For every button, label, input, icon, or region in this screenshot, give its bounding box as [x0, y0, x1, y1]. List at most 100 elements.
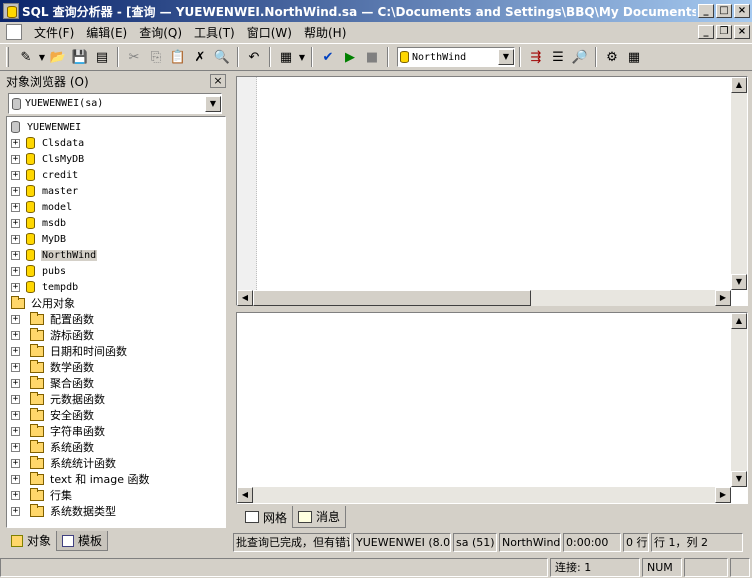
server-dropdown-icon[interactable]: ▼	[205, 95, 221, 112]
tree-folder-node[interactable]: + text 和 image 函数	[11, 471, 150, 487]
status-size-grip[interactable]	[730, 557, 750, 577]
close-button[interactable]: ×	[734, 4, 750, 18]
results-mode-dropdown-icon[interactable]: ▼	[297, 46, 307, 68]
minimize-button[interactable]: _	[698, 4, 714, 18]
results-horizontal-scrollbar[interactable]: ◀ ▶	[237, 487, 731, 503]
results-mode-icon[interactable]: ▦	[275, 46, 297, 68]
app-icon[interactable]	[3, 3, 19, 19]
tree-folder-node[interactable]: + 系统数据类型	[11, 503, 117, 519]
scroll-up-icon[interactable]: ▲	[731, 313, 747, 329]
tree-folder-node[interactable]: + 游标函数	[11, 327, 95, 343]
tree-database-node[interactable]: + credit	[11, 167, 79, 183]
expand-icon[interactable]: +	[11, 186, 20, 196]
properties-icon[interactable]: ⚙	[601, 46, 623, 68]
database-dropdown-icon[interactable]: ▼	[498, 49, 514, 65]
expand-icon[interactable]: +	[11, 490, 20, 500]
save-icon[interactable]: 💾	[69, 46, 91, 68]
toolbar-grip[interactable]	[6, 47, 9, 67]
scroll-thumb[interactable]	[253, 290, 531, 306]
tab-templates[interactable]: 模板	[56, 531, 109, 551]
editor-vertical-scrollbar[interactable]: ▲ ▼	[731, 77, 747, 290]
tree-database-node[interactable]: + master	[11, 183, 79, 199]
show-plan-icon[interactable]: ⇶	[525, 46, 547, 68]
menu-tools[interactable]: 工具(T)	[188, 24, 241, 41]
expand-icon[interactable]: +	[11, 330, 20, 340]
child-minimize-button[interactable]: _	[698, 25, 714, 39]
menu-file[interactable]: 文件(F)	[28, 24, 80, 41]
tree-database-node[interactable]: + NorthWind	[11, 247, 98, 263]
object-browser-icon[interactable]: ☰	[547, 46, 569, 68]
object-tree[interactable]: YUEWENWEI + Clsdata + ClsMyDB + credit + master…	[6, 116, 226, 528]
object-browser-close-button[interactable]: ×	[210, 74, 226, 88]
expand-icon[interactable]: +	[11, 250, 20, 260]
scroll-down-icon[interactable]: ▼	[731, 274, 747, 290]
cancel-query-icon[interactable]: ■	[361, 46, 383, 68]
tree-folder-node[interactable]: + 行集	[11, 487, 73, 503]
expand-icon[interactable]: +	[11, 314, 20, 324]
expand-icon[interactable]: +	[11, 138, 20, 148]
menu-edit[interactable]: 编辑(E)	[80, 24, 133, 41]
tree-folder-node[interactable]: + 系统统计函数	[11, 455, 117, 471]
tree-folder-node[interactable]: + 聚合函数	[11, 375, 95, 391]
expand-icon[interactable]: +	[11, 282, 20, 292]
menu-help[interactable]: 帮助(H)	[298, 24, 352, 41]
tab-objects[interactable]: 对象	[6, 531, 57, 551]
tree-folder-node[interactable]: + 字符串函数	[11, 423, 106, 439]
expand-icon[interactable]: +	[11, 346, 20, 356]
query-editor[interactable]	[236, 76, 748, 306]
expand-icon[interactable]: +	[11, 170, 20, 180]
menu-window[interactable]: 窗口(W)	[241, 24, 298, 41]
parse-icon[interactable]: ✔	[317, 46, 339, 68]
expand-icon[interactable]: +	[11, 234, 20, 244]
open-icon[interactable]: 📂	[47, 46, 69, 68]
expand-icon[interactable]: +	[11, 426, 20, 436]
expand-icon[interactable]: +	[11, 202, 20, 212]
tree-database-node[interactable]: + model	[11, 199, 73, 215]
tree-server-node[interactable]: YUEWENWEI	[11, 119, 82, 135]
scroll-left-icon[interactable]: ◀	[237, 290, 253, 306]
tree-folder-node[interactable]: + 元数据函数	[11, 391, 106, 407]
server-select[interactable]: YUEWENWEI(sa) ▼	[8, 93, 222, 114]
child-restore-button[interactable]: ❐	[716, 25, 732, 39]
scroll-right-icon[interactable]: ▶	[715, 290, 731, 306]
new-query-icon[interactable]: ✎	[15, 46, 37, 68]
expand-icon[interactable]: +	[11, 154, 20, 164]
child-close-button[interactable]: ×	[734, 25, 750, 39]
database-select[interactable]: NorthWind ▼	[397, 47, 515, 67]
cut-icon[interactable]: ✂	[123, 46, 145, 68]
tab-messages[interactable]: 消息	[292, 506, 347, 528]
maximize-button[interactable]: □	[716, 4, 732, 18]
tab-grid[interactable]: 网格	[240, 506, 292, 528]
paste-icon[interactable]: 📋	[167, 46, 189, 68]
grid-icon[interactable]: ▦	[623, 46, 645, 68]
scroll-right-icon[interactable]: ▶	[715, 487, 731, 503]
expand-icon[interactable]: +	[11, 362, 20, 372]
expand-icon[interactable]: +	[11, 506, 20, 516]
document-icon[interactable]	[6, 24, 22, 40]
menu-query[interactable]: 查询(Q)	[133, 24, 188, 41]
object-search-icon[interactable]: 🔎	[569, 46, 591, 68]
execute-icon[interactable]: ▶	[339, 46, 361, 68]
tree-database-node[interactable]: + pubs	[11, 263, 67, 279]
new-dropdown-icon[interactable]: ▼	[37, 46, 47, 68]
tree-database-node[interactable]: + MyDB	[11, 231, 67, 247]
expand-icon[interactable]: +	[11, 458, 20, 468]
expand-icon[interactable]: +	[11, 218, 20, 228]
copy-icon[interactable]: ⎘	[145, 46, 167, 68]
tree-folder-node[interactable]: + 数学函数	[11, 359, 95, 375]
tree-folder-node[interactable]: + 配置函数	[11, 311, 95, 327]
tree-folder-node[interactable]: + 安全函数	[11, 407, 95, 423]
scroll-left-icon[interactable]: ◀	[237, 487, 253, 503]
tree-folder-node[interactable]: + 系统函数	[11, 439, 95, 455]
editor-horizontal-scrollbar[interactable]: ◀ ▶	[237, 290, 731, 306]
expand-icon[interactable]: +	[11, 266, 20, 276]
expand-icon[interactable]: +	[11, 474, 20, 484]
tree-database-node[interactable]: + msdb	[11, 215, 67, 231]
expand-icon[interactable]: +	[11, 394, 20, 404]
tree-database-node[interactable]: + ClsMyDB	[11, 151, 85, 167]
scroll-up-icon[interactable]: ▲	[731, 77, 747, 93]
find-icon[interactable]: 🔍	[211, 46, 233, 68]
expand-icon[interactable]: +	[11, 378, 20, 388]
expand-icon[interactable]: +	[11, 442, 20, 452]
tree-database-node[interactable]: + tempdb	[11, 279, 79, 295]
